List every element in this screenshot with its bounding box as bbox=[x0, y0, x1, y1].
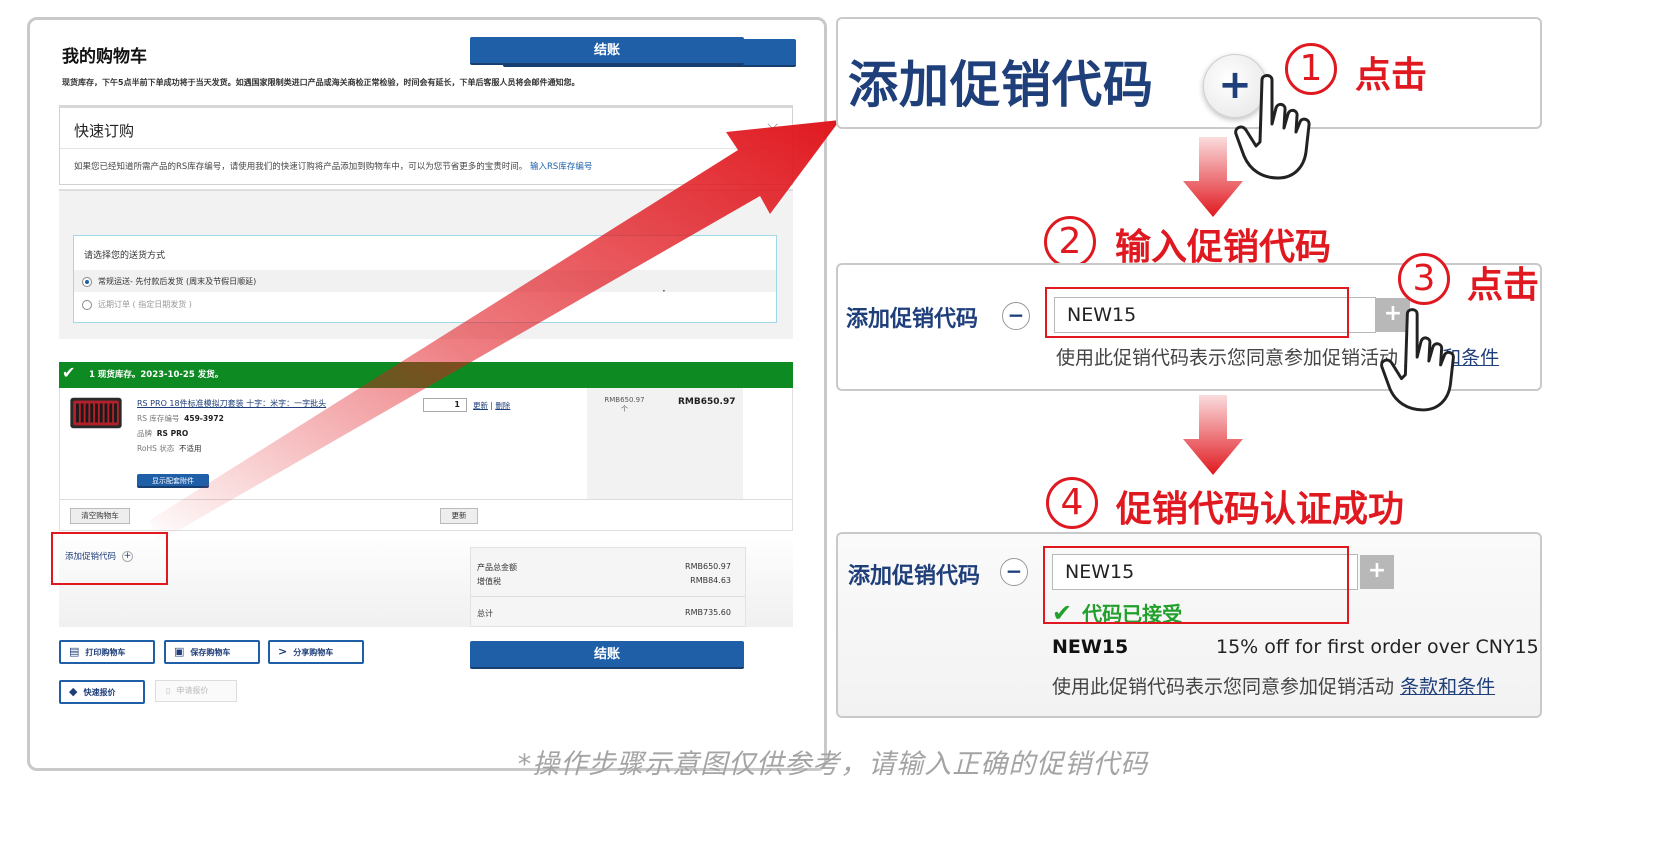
step3-label: 点击 bbox=[1467, 265, 1540, 306]
product-image-icon[interactable] bbox=[68, 394, 124, 432]
footnote: *操作步骤示意图仅供参考，请输入正确的促销代码 bbox=[517, 749, 1149, 780]
step3-number: 3 bbox=[1398, 253, 1450, 305]
printer-icon: ▤ bbox=[69, 645, 80, 658]
minus-icon[interactable]: − bbox=[1000, 558, 1028, 586]
tax-label: 增值税 bbox=[477, 577, 501, 586]
total-value: RMB735.60 bbox=[685, 608, 731, 617]
step1-number: 1 bbox=[1285, 43, 1337, 95]
step4-label: 促销代码认证成功 bbox=[1116, 489, 1405, 530]
document-icon: ▯ bbox=[166, 686, 171, 695]
promo-code-description: 15% off for first order over CNY1500 bbox=[1216, 636, 1542, 658]
cart-notice: 现货库存，下午5点半前下单成功将于当天发货。如遇国家限制类进口产品或海关商检正常… bbox=[62, 78, 580, 87]
hand-pointer-icon bbox=[1380, 308, 1455, 412]
request-quote-button: ▯ 申请报价 bbox=[155, 680, 237, 702]
tax-value: RMB84.63 bbox=[690, 576, 731, 585]
share-cart-button[interactable]: > 分享购物车 bbox=[268, 640, 364, 664]
step1-label: 点击 bbox=[1355, 55, 1428, 96]
quick-order-title[interactable]: 快速订购 bbox=[74, 120, 134, 141]
save-cart-button[interactable]: ▣ 保存购物车 bbox=[164, 640, 260, 664]
promo-label: 添加促销代码 bbox=[846, 307, 979, 332]
step2-number: 2 bbox=[1044, 216, 1096, 268]
divider bbox=[471, 596, 745, 597]
tag-icon: ◆ bbox=[69, 685, 78, 698]
terms-link[interactable]: 条款和条件 bbox=[1400, 676, 1495, 698]
minus-icon[interactable]: − bbox=[1002, 302, 1030, 330]
totals-box: 产品总金额 RMB650.97 增值税 RMB84.63 总计 RMB735.6… bbox=[470, 547, 746, 627]
subtotal-label: 产品总金额 bbox=[477, 563, 517, 572]
annotation-frame-input bbox=[1045, 287, 1349, 338]
cart-title: 我的购物车 bbox=[62, 47, 147, 67]
annotation-frame-accepted bbox=[1043, 546, 1349, 624]
promo-title-large: 添加促销代码 bbox=[848, 56, 1154, 114]
radio-selected-icon[interactable] bbox=[82, 276, 92, 287]
quick-quote-button[interactable]: ◆ 快速报价 bbox=[59, 680, 145, 704]
check-icon: ✔ bbox=[62, 363, 76, 382]
down-arrow-icon bbox=[1183, 137, 1243, 217]
down-arrow-icon bbox=[1183, 395, 1243, 475]
step1-panel: 添加促销代码 + bbox=[836, 17, 1542, 129]
subtotal-value: RMB650.97 bbox=[685, 562, 731, 571]
diagonal-arrow-icon bbox=[150, 120, 840, 542]
promo-code-name: NEW15 bbox=[1052, 636, 1129, 658]
add-promo-button[interactable]: + bbox=[1360, 555, 1394, 589]
share-icon: > bbox=[278, 645, 288, 658]
radio-unselected-icon[interactable] bbox=[82, 299, 92, 310]
total-label: 总计 bbox=[477, 609, 493, 618]
step4-number: 4 bbox=[1046, 477, 1098, 529]
clear-cart-button[interactable]: 清空购物车 bbox=[70, 508, 130, 524]
checkout-button-top-visible[interactable]: 结账 bbox=[470, 37, 744, 65]
save-icon: ▣ bbox=[174, 645, 185, 658]
checkout-button-bottom[interactable]: 结账 bbox=[470, 641, 744, 669]
promo-label: 添加促销代码 bbox=[848, 564, 981, 589]
terms-line: 使用此促销代码表示您同意参加促销活动 条款和条件 bbox=[1052, 676, 1496, 698]
print-cart-button[interactable]: ▤ 打印购物车 bbox=[59, 640, 155, 664]
